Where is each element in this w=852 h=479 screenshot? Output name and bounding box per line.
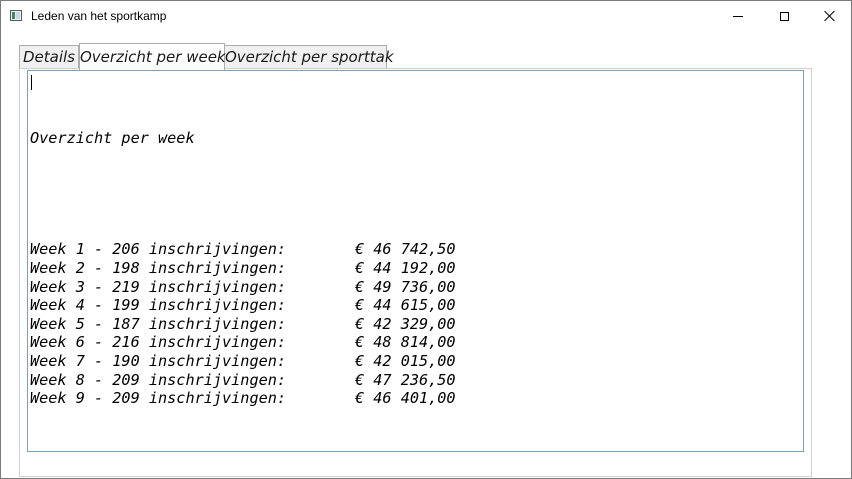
close-button[interactable] [807,1,851,31]
tab-details[interactable]: Details [19,45,79,69]
week-row: Week 8 - 209 inschrijvingen: € 47 236,50 [30,371,803,390]
maximize-icon [779,11,789,21]
week-label: Week 9 - 209 inschrijvingen: [30,389,287,408]
report-rows: Week 1 - 206 inschrijvingen: € 46 742,50 W… [30,240,803,407]
week-row: Week 5 - 187 inschrijvingen: € 42 329,00 [30,315,803,334]
week-label: Week 4 - 199 inschrijvingen: [30,296,287,315]
week-amount: € 46 742,50 [355,240,456,259]
week-label: Week 2 - 198 inschrijvingen: [30,258,287,277]
week-amount: € 44 615,00 [355,296,456,315]
week-row: Week 2 - 198 inschrijvingen: € 44 192,00 [30,259,803,278]
week-amount: € 42 015,00 [355,351,456,370]
week-label: Week 7 - 190 inschrijvingen: [30,351,287,370]
minimize-button[interactable] [715,1,761,31]
main-window: Leden van het sportkamp Details Overzich… [0,0,852,479]
report-heading: Overzicht per week [30,128,195,147]
week-amount: € 46 401,00 [355,389,456,408]
week-amount: € 47 236,50 [355,370,456,389]
close-icon [824,10,836,22]
title-bar[interactable]: Leden van het sportkamp [1,1,851,31]
week-row: Week 4 - 199 inschrijvingen: € 44 615,00 [30,296,803,315]
week-label: Week 5 - 187 inschrijvingen: [30,314,287,333]
week-amount: € 48 814,00 [355,333,456,352]
maximize-button[interactable] [761,1,807,31]
week-row: Week 3 - 219 inschrijvingen: € 49 736,00 [30,278,803,297]
week-label: Week 1 - 206 inschrijvingen: [30,240,287,259]
window-title: Leden van het sportkamp [31,9,167,23]
tab-panel-overzicht-per-week: Overzicht per week Week 1 - 206 inschrij… [19,68,812,477]
week-row: Week 6 - 216 inschrijvingen: € 48 814,00 [30,333,803,352]
tab-overzicht-per-week[interactable]: Overzicht per week [79,43,226,70]
week-amount: € 44 192,00 [355,258,456,277]
tab-overzicht-per-sporttak[interactable]: Overzicht per sporttak [224,45,394,69]
week-label: Week 6 - 216 inschrijvingen: [30,333,287,352]
week-row: Week 7 - 190 inschrijvingen: € 42 015,00 [30,352,803,371]
app-window-icon [10,10,22,21]
week-row: Week 9 - 209 inschrijvingen: € 46 401,00 [30,389,803,408]
week-label: Week 3 - 219 inschrijvingen: [30,277,287,296]
week-amount: € 49 736,00 [355,277,456,296]
text-caret [31,75,32,90]
minimize-icon [733,15,743,17]
week-amount: € 42 329,00 [355,314,456,333]
week-label: Week 8 - 209 inschrijvingen: [30,370,287,389]
week-row: Week 1 - 206 inschrijvingen: € 46 742,50 [30,240,803,259]
report-textbox[interactable]: Overzicht per week Week 1 - 206 inschrij… [27,70,804,452]
